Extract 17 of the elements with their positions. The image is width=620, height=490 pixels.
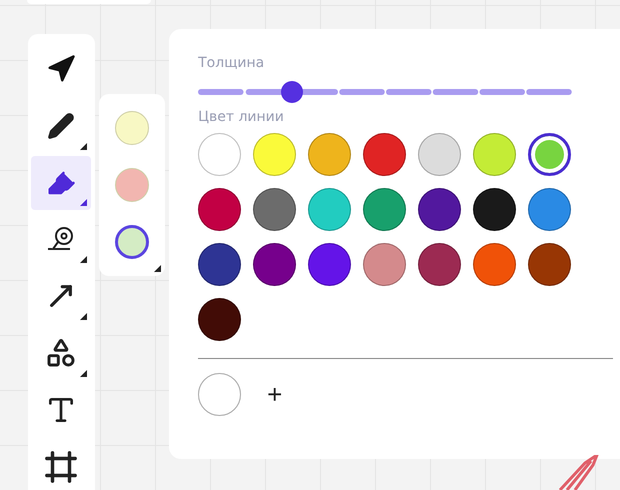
corner-icon: [154, 265, 162, 272]
slider-thumb[interactable]: [280, 81, 303, 103]
tool-button[interactable]: [31, 156, 92, 210]
custom-color-swatch[interactable]: [198, 373, 242, 416]
corner-icon: [80, 256, 88, 263]
pencil-icon: [47, 112, 76, 140]
frame-icon: [44, 450, 78, 484]
color-label: Цвет линии: [198, 109, 285, 125]
preset-swatch[interactable]: [114, 224, 149, 259]
corner-icon: [80, 312, 88, 320]
corner-icon: [80, 370, 88, 376]
corner-icon: [80, 199, 88, 206]
add-color-button[interactable]: +: [267, 379, 282, 410]
pointer-icon: [46, 54, 76, 84]
thickness-label: Толщина: [198, 55, 266, 71]
color-swatch[interactable]: [528, 133, 572, 176]
shapes-icon: [45, 337, 78, 370]
